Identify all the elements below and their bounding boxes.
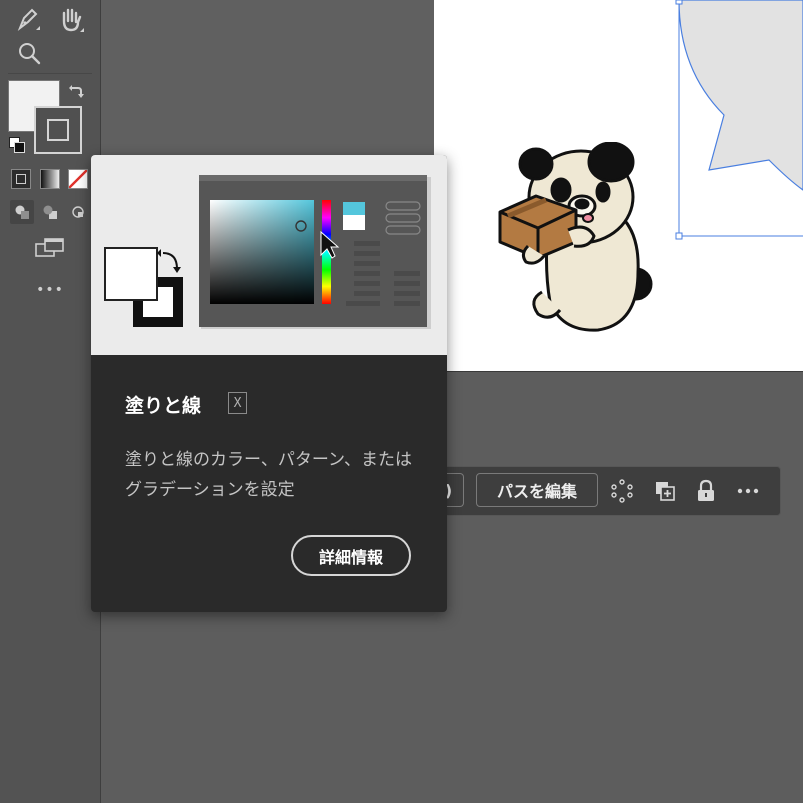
screen-mode-icon <box>35 238 64 257</box>
learn-more-button[interactable]: 詳細情報 <box>291 535 411 576</box>
tooltip-description: 塗りと線のカラー、パターン、またはグラデーションを設定 <box>125 450 412 500</box>
draw-behind-icon <box>43 205 57 219</box>
edit-path-button[interactable]: パスを編集 <box>476 473 598 507</box>
tools-panel: ••• <box>0 0 101 803</box>
screen-mode-button[interactable] <box>30 234 70 262</box>
hand-icon <box>62 8 84 32</box>
swap-fill-stroke-button[interactable] <box>64 80 88 102</box>
none-slash-icon <box>69 170 87 188</box>
transform-points-icon <box>611 479 633 503</box>
duplicate-icon <box>656 482 675 501</box>
color-mode-button[interactable] <box>11 169 31 189</box>
draw-inside-button[interactable] <box>66 200 90 224</box>
draw-behind-button[interactable] <box>38 200 62 224</box>
more-options-button[interactable] <box>736 479 760 503</box>
contextual-task-bar: ) パスを編集 <box>434 466 781 516</box>
none-mode-button[interactable] <box>68 169 88 189</box>
duplicate-button[interactable] <box>653 479 677 503</box>
artboard[interactable] <box>434 0 803 372</box>
pen-icon <box>17 8 40 31</box>
pen-tool-button[interactable] <box>12 4 46 34</box>
more-icon <box>737 488 759 494</box>
lock-icon <box>698 479 714 501</box>
lock-button[interactable] <box>694 479 718 503</box>
swap-arrow-icon <box>69 85 84 98</box>
magnifier-icon <box>19 43 41 65</box>
shortcut-key-badge: X <box>228 392 247 414</box>
transform-points-button[interactable] <box>610 479 634 503</box>
panda-illustration[interactable] <box>498 142 658 338</box>
draw-normal-icon <box>15 205 29 219</box>
draw-normal-button[interactable] <box>10 200 34 224</box>
default-colors-button[interactable] <box>9 137 25 153</box>
tooltip-title: 塗りと線 <box>125 395 202 417</box>
fill-stroke-illustration <box>104 175 431 329</box>
toolbar-divider <box>8 73 92 74</box>
edit-toolbar-more-button[interactable]: ••• <box>30 282 70 302</box>
gradient-mode-button[interactable] <box>40 169 60 189</box>
zoom-tool-button[interactable] <box>14 38 44 68</box>
hand-tool-button[interactable] <box>54 4 88 34</box>
draw-inside-icon <box>72 206 84 218</box>
tooltip-illustration <box>91 155 447 355</box>
draw-modes-group <box>8 198 94 226</box>
fill-stroke-tooltip: 塗りと線 X 塗りと線のカラー、パターン、またはグラデーションを設定 詳細情報 <box>91 155 447 612</box>
stroke-swatch[interactable] <box>34 106 82 154</box>
